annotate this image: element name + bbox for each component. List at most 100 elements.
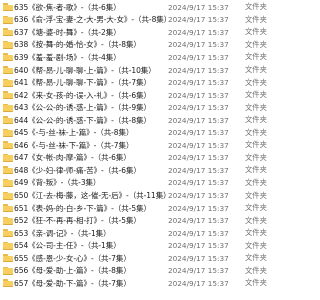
file-modified-date: 2024/9/17 15:37: [168, 266, 229, 276]
file-type: 文件夹: [245, 152, 267, 162]
file-type: 文件夹: [245, 127, 267, 137]
file-modified-date: 2024/9/17 15:37: [168, 278, 229, 288]
file-row[interactable]: 651《表-妈-的-白-乡-下-篇》-（共-5集） 2024/9/17 15:37…: [0, 202, 300, 215]
file-name: 639《羞-羞-剧-场》-（共-4集）: [14, 52, 121, 62]
file-type: 文件夹: [245, 27, 267, 37]
file-name: 641《帮-昂-儿-聊-聊-下-篇》-（共-7集）: [14, 78, 151, 88]
file-name: 638《按-舞-的-婚-恰-女》-（共-8集）: [14, 40, 141, 50]
file-type: 文件夹: [245, 77, 267, 87]
folder-icon: [3, 266, 13, 275]
file-type: 文件夹: [245, 102, 267, 112]
folder-icon: [3, 66, 13, 75]
file-row[interactable]: 649《背-叛》-（共-3集） 2024/9/17 15:37 文件夹: [0, 177, 300, 190]
file-modified-date: 2024/9/17 15:37: [168, 203, 229, 213]
file-name: 650《江-去-梅-藤，这-催-无-后》-（共-11集）: [14, 191, 166, 201]
file-row[interactable]: 646《-与-丝-袜-下-篇》-（共-7集） 2024/9/17 15:37 文件夹: [0, 139, 300, 152]
folder-icon: [3, 128, 13, 137]
folder-icon: [3, 78, 13, 87]
file-row[interactable]: 637《塘-婆-时-舞》-（共-2集） 2024/9/17 15:37 文件夹: [0, 26, 300, 39]
file-row[interactable]: 656《母-爱-助-上-篇》-（共-8集） 2024/9/17 15:37 文件夹: [0, 265, 300, 278]
file-name: 648《少-妇-律-师-痛-苦》-（共-6集）: [14, 165, 141, 175]
folder-icon: [3, 279, 13, 288]
file-modified-date: 2024/9/17 15:37: [168, 27, 229, 37]
file-modified-date: 2024/9/17 15:37: [168, 216, 229, 226]
file-name: 646《-与-丝-袜-下-篇》-（共-7集）: [14, 140, 134, 150]
file-name: 635《欲-焦-者-歌》-（共-6集）: [14, 2, 121, 12]
file-row[interactable]: 639《羞-羞-剧-场》-（共-4集） 2024/9/17 15:37 文件夹: [0, 51, 300, 64]
file-type: 文件夹: [245, 203, 267, 213]
file-type: 文件夹: [245, 190, 267, 200]
file-row[interactable]: 654《公-司-主-任》-（共-1集） 2024/9/17 15:37 文件夹: [0, 239, 300, 252]
file-modified-date: 2024/9/17 15:37: [168, 140, 229, 150]
file-name: 637《塘-婆-时-舞》-（共-2集）: [14, 27, 121, 37]
file-type: 文件夹: [245, 265, 267, 275]
file-modified-date: 2024/9/17 15:37: [168, 103, 229, 113]
file-row[interactable]: 655《感-恩-少-女-心》-（共-7集） 2024/9/17 15:37 文件夹: [0, 252, 300, 265]
file-row[interactable]: 635《欲-焦-者-歌》-（共-6集） 2024/9/17 15:37 文件夹: [0, 1, 300, 14]
file-type: 文件夹: [245, 2, 267, 12]
folder-icon: [3, 166, 13, 175]
file-name: 653《亲-调-记》-（共-1集）: [14, 228, 111, 238]
file-row[interactable]: 648《少-妇-律-师-痛-苦》-（共-6集） 2024/9/17 15:37 文件…: [0, 164, 300, 177]
file-type: 文件夹: [245, 215, 267, 225]
file-row[interactable]: 657《母-爱-助-下-篇》-（共-7集） 2024/9/17 15:37 文件夹: [0, 277, 300, 290]
file-row[interactable]: 642《来-女-孩-的-误-入-礼》-（共-6集） 2024/9/17 15:37…: [0, 89, 300, 102]
file-name: 656《母-爱-助-上-篇》-（共-8集）: [14, 266, 131, 276]
file-row[interactable]: 641《帮-昂-儿-聊-聊-下-篇》-（共-7集） 2024/9/17 15:37…: [0, 76, 300, 89]
file-row[interactable]: 645《-与-丝-袜-上-篇》-（共-8集） 2024/9/17 15:37 文件夹: [0, 127, 300, 140]
file-type: 文件夹: [245, 115, 267, 125]
file-row[interactable]: 653《亲-调-记》-（共-1集） 2024/9/17 15:37 文件夹: [0, 227, 300, 240]
file-modified-date: 2024/9/17 15:37: [168, 228, 229, 238]
folder-icon: [3, 40, 13, 49]
file-name: 647《女-帐-肉-摩-篇》-（共-6集）: [14, 153, 131, 163]
file-type: 文件夹: [245, 39, 267, 49]
file-type: 文件夹: [245, 140, 267, 150]
folder-icon: [3, 28, 13, 37]
file-name: 643《公-公-的-诱-惑-上-篇》-（共-9集）: [14, 103, 151, 113]
file-type: 文件夹: [245, 278, 267, 288]
file-modified-date: 2024/9/17 15:37: [168, 90, 229, 100]
folder-icon: [3, 216, 13, 225]
file-row[interactable]: 636《俞-浮-宝-妻-之-大-男-大-女》-（共-8集） 2024/9/17 1…: [0, 14, 300, 27]
file-name: 654《公-司-主-任》-（共-1集）: [14, 241, 121, 251]
folder-icon: [3, 204, 13, 213]
folder-icon: [3, 141, 13, 150]
file-row[interactable]: 647《女-帐-肉-摩-篇》-（共-6集） 2024/9/17 15:37 文件夹: [0, 152, 300, 165]
file-row[interactable]: 652《狂-不-再-再-相-打》-（共-5集） 2024/9/17 15:37 文件…: [0, 214, 300, 227]
file-name: 652《狂-不-再-再-相-打》-（共-5集）: [14, 216, 141, 226]
file-type: 文件夹: [245, 65, 267, 75]
file-name: 657《母-爱-助-下-篇》-（共-7集）: [14, 278, 131, 288]
file-name: 636《俞-浮-宝-妻-之-大-男-大-女》-（共-8集）: [14, 15, 166, 25]
file-list: 635《欲-焦-者-歌》-（共-6集） 2024/9/17 15:37 文件夹 636…: [0, 0, 300, 300]
folder-icon: [3, 53, 13, 62]
file-name: 644《公-公-的-诱-惑-下-篇》-（共-8集）: [14, 115, 151, 125]
file-name: 642《来-女-孩-的-误-入-礼》-（共-6集）: [14, 90, 151, 100]
file-modified-date: 2024/9/17 15:37: [168, 178, 229, 188]
file-row[interactable]: 650《江-去-梅-藤，这-催-无-后》-（共-11集） 2024/9/17 15…: [0, 189, 300, 202]
file-modified-date: 2024/9/17 15:37: [168, 128, 229, 138]
file-type: 文件夹: [245, 228, 267, 238]
file-row[interactable]: 638《按-舞-的-婚-恰-女》-（共-8集） 2024/9/17 15:37 文件…: [0, 39, 300, 52]
file-type: 文件夹: [245, 177, 267, 187]
file-modified-date: 2024/9/17 15:37: [168, 65, 229, 75]
folder-icon: [3, 178, 13, 187]
folder-icon: [3, 116, 13, 125]
file-row[interactable]: 640《帮-昂-儿-聊-聊-上-篇》-（共-10集） 2024/9/17 15:3…: [0, 64, 300, 77]
file-modified-date: 2024/9/17 15:37: [168, 153, 229, 163]
file-modified-date: 2024/9/17 15:37: [168, 241, 229, 251]
file-name: 645《-与-丝-袜-上-篇》-（共-8集）: [14, 128, 134, 138]
folder-icon: [3, 103, 13, 112]
file-name: 651《表-妈-的-白-乡-下-篇》-（共-5集）: [14, 203, 151, 213]
file-type: 文件夹: [245, 14, 267, 24]
file-name: 640《帮-昂-儿-聊-聊-上-篇》-（共-10集）: [14, 65, 156, 75]
file-name: 655《感-恩-少-女-心》-（共-7集）: [14, 253, 131, 263]
file-row[interactable]: 643《公-公-的-诱-惑-上-篇》-（共-9集） 2024/9/17 15:37…: [0, 101, 300, 114]
file-modified-date: 2024/9/17 15:37: [168, 191, 229, 201]
folder-icon: [3, 254, 13, 263]
folder-icon: [3, 153, 13, 162]
folder-icon: [3, 15, 13, 24]
folder-icon: [3, 3, 13, 12]
file-modified-date: 2024/9/17 15:37: [168, 78, 229, 88]
file-row[interactable]: 644《公-公-的-诱-惑-下-篇》-（共-8集） 2024/9/17 15:37…: [0, 114, 300, 127]
folder-icon: [3, 241, 13, 250]
